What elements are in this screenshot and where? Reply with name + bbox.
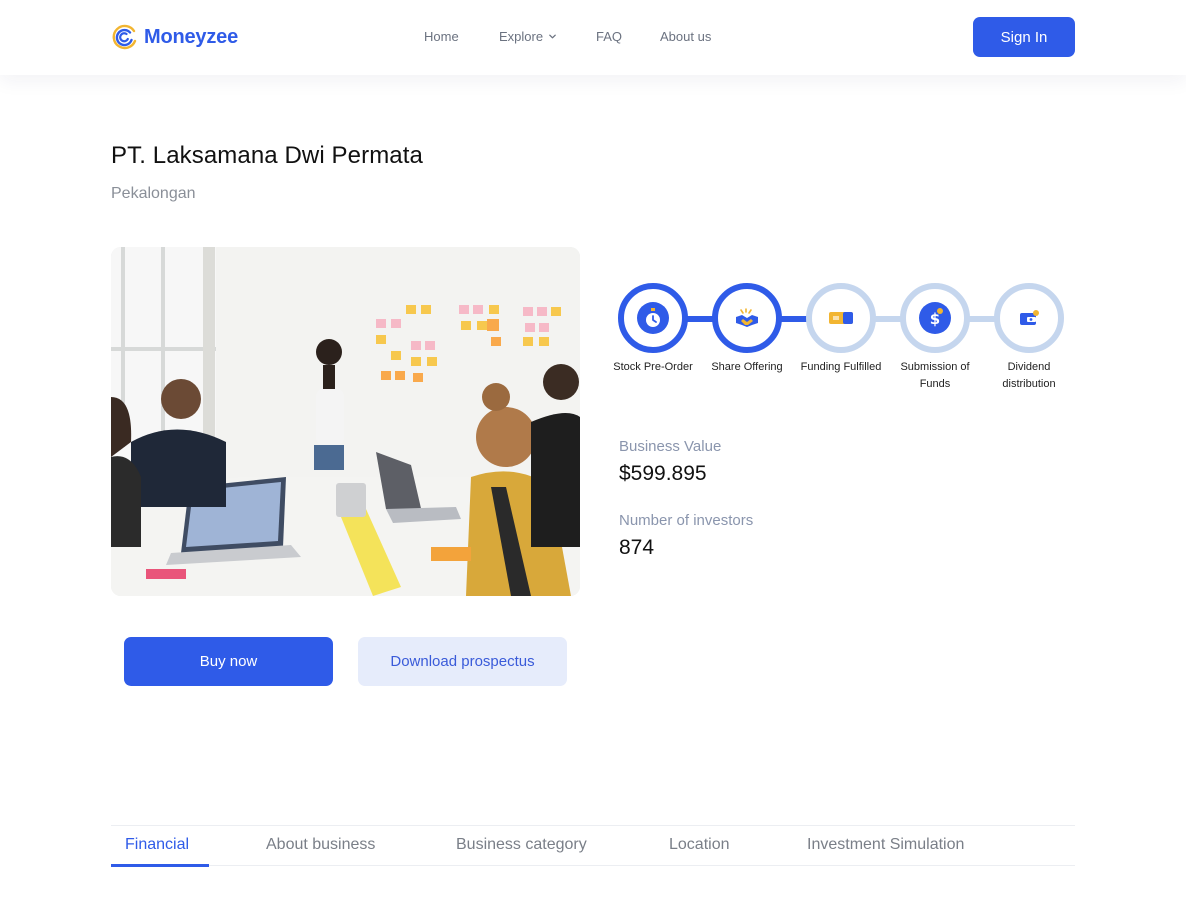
step-label: Dividend distribution bbox=[1002, 361, 1056, 390]
company-location: Pekalongan bbox=[111, 185, 196, 202]
business-photo bbox=[111, 247, 580, 596]
top-navbar: Moneyzee Home Explore FAQ About us Sign … bbox=[0, 0, 1186, 75]
sign-in-button[interactable]: Sign In bbox=[973, 17, 1075, 57]
business-value-label: Business Value bbox=[619, 438, 722, 455]
step-label: Stock Pre-Order bbox=[613, 361, 693, 373]
handshake-icon bbox=[736, 308, 758, 327]
step-circle bbox=[618, 283, 688, 353]
step-circle bbox=[994, 283, 1064, 353]
brand-logo[interactable]: Moneyzee bbox=[110, 23, 238, 51]
nav-explore-label: Explore bbox=[499, 29, 544, 44]
tab-about-business[interactable]: About business bbox=[266, 836, 375, 854]
step-share-offering: Share Offering bbox=[702, 283, 792, 376]
active-tab-indicator bbox=[111, 864, 209, 867]
stopwatch-icon bbox=[646, 308, 660, 327]
nav-faq[interactable]: FAQ bbox=[596, 29, 622, 44]
investors-label: Number of investors bbox=[619, 512, 754, 529]
tab-financial[interactable]: Financial bbox=[125, 836, 189, 854]
business-value: $599.895 bbox=[619, 462, 707, 485]
tab-business-category[interactable]: Business category bbox=[456, 836, 587, 854]
step-label: Share Offering bbox=[711, 361, 783, 373]
download-prospectus-button[interactable]: Download prospectus bbox=[358, 637, 567, 686]
step-label: Submission of Funds bbox=[900, 361, 970, 390]
step-stock-pre-order: Stock Pre-Order bbox=[608, 283, 698, 376]
step-submission-of-funds: $ Submission of Funds bbox=[890, 283, 980, 393]
money-bill-icon bbox=[829, 312, 853, 324]
funding-progress-steps: Stock Pre-Order Share Offering Funding F… bbox=[600, 283, 1080, 403]
nav-home[interactable]: Home bbox=[424, 29, 459, 44]
chevron-down-icon bbox=[549, 34, 556, 39]
brand-name: Moneyzee bbox=[144, 25, 238, 48]
detail-tabs: Financial About business Business catego… bbox=[111, 825, 1075, 867]
moneyzee-logo-icon bbox=[112, 24, 137, 50]
office-meeting-illustration bbox=[111, 247, 580, 596]
step-dividend-distribution: Dividend distribution bbox=[984, 283, 1074, 393]
company-name: PT. Laksamana Dwi Permata bbox=[111, 142, 423, 169]
nav-about-us[interactable]: About us bbox=[660, 29, 711, 44]
tab-investment-simulation[interactable]: Investment Simulation bbox=[807, 836, 964, 854]
step-label: Funding Fulfilled bbox=[800, 361, 882, 373]
svg-text:$: $ bbox=[930, 310, 940, 328]
tab-location[interactable]: Location bbox=[669, 836, 730, 854]
wallet-icon bbox=[1020, 310, 1039, 325]
step-circle: $ bbox=[900, 283, 970, 353]
step-circle bbox=[712, 283, 782, 353]
investors-count: 874 bbox=[619, 536, 655, 559]
dollar-coin-icon: $ bbox=[930, 308, 943, 328]
step-funding-fulfilled: Funding Fulfilled bbox=[796, 283, 886, 376]
step-circle bbox=[806, 283, 876, 353]
buy-now-button[interactable]: Buy now bbox=[124, 637, 333, 686]
nav-explore[interactable]: Explore bbox=[499, 29, 557, 44]
